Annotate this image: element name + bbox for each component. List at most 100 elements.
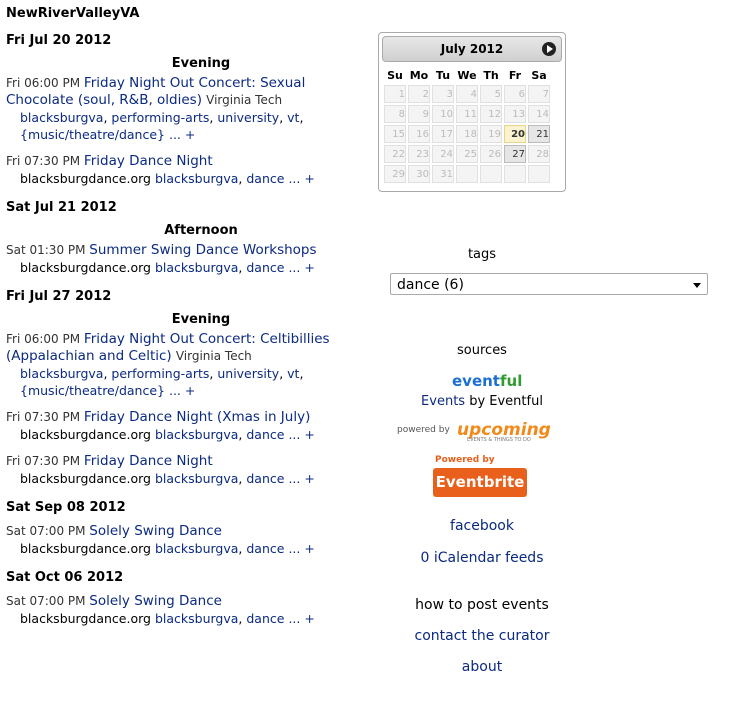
- eventbrite-badge: Eventbrite: [433, 468, 527, 497]
- calendar-day[interactable]: 24: [432, 145, 454, 163]
- event-tag-link[interactable]: blacksburgva: [155, 471, 238, 486]
- calendar-day[interactable]: 16: [408, 125, 430, 143]
- about-link[interactable]: about: [392, 659, 572, 675]
- calendar-day[interactable]: 19: [480, 125, 502, 143]
- calendar-day[interactable]: 27: [504, 145, 526, 163]
- event-tag-link[interactable]: dance: [246, 611, 284, 626]
- event-tag-link[interactable]: blacksburgva: [155, 427, 238, 442]
- calendar-day[interactable]: 26: [480, 145, 502, 163]
- eventful-logo[interactable]: eventful: [452, 372, 522, 390]
- event-tag-link[interactable]: vt: [287, 366, 299, 381]
- event-venue: Virginia Tech: [206, 93, 283, 107]
- event-item: Sat 01:30 PM Summer Swing Dance Workshop…: [6, 242, 346, 276]
- event-tag-link[interactable]: {music/theatre/dance}: [20, 127, 165, 142]
- calendar-day[interactable]: 20: [504, 125, 526, 143]
- calendar-day[interactable]: 17: [432, 125, 454, 143]
- event-title-link[interactable]: Friday Dance Night: [84, 153, 213, 169]
- calendar-day[interactable]: 18: [456, 125, 478, 143]
- more-link[interactable]: ... +: [288, 427, 314, 442]
- calendar-day[interactable]: 23: [408, 145, 430, 163]
- event-tag-link[interactable]: blacksburgva: [155, 611, 238, 626]
- calendar-day[interactable]: 2: [408, 85, 430, 103]
- calendar-day[interactable]: 8: [384, 105, 406, 123]
- time-period-heading: Evening: [171, 56, 231, 71]
- calendar-day[interactable]: 7: [528, 85, 550, 103]
- event-tag-link[interactable]: blacksburgva: [20, 110, 103, 125]
- more-link[interactable]: ... +: [288, 171, 314, 186]
- event-source: blacksburgdance.org: [20, 471, 155, 486]
- event-tag-link[interactable]: dance: [246, 171, 284, 186]
- eventful-events-link[interactable]: Events: [421, 394, 465, 409]
- calendar-day[interactable]: 29: [384, 165, 406, 183]
- event-time: Fri 07:30 PM: [6, 154, 84, 168]
- calendar-day[interactable]: 21: [528, 125, 550, 143]
- event-tag-link[interactable]: blacksburgva: [155, 260, 238, 275]
- event-tag-link[interactable]: dance: [246, 541, 284, 556]
- calendar-day[interactable]: 1: [384, 85, 406, 103]
- event-title-link[interactable]: Friday Dance Night: [84, 453, 213, 469]
- contact-curator-link[interactable]: contact the curator: [392, 628, 572, 644]
- event-tag-link[interactable]: dance: [246, 427, 284, 442]
- event-title-link[interactable]: Solely Swing Dance: [89, 523, 222, 539]
- event-tag-link[interactable]: university: [217, 366, 279, 381]
- event-tag-link[interactable]: dance: [246, 260, 284, 275]
- event-main-line: Fri 07:30 PM Friday Dance Night: [6, 453, 346, 470]
- event-time: Sat 07:00 PM: [6, 594, 90, 608]
- event-tag-link[interactable]: performing-arts: [111, 110, 209, 125]
- event-tag-link[interactable]: blacksburgva: [155, 541, 238, 556]
- calendar-day[interactable]: 3: [432, 85, 454, 103]
- event-title-link[interactable]: Solely Swing Dance: [89, 593, 222, 609]
- event-venue: Virginia Tech: [175, 349, 252, 363]
- icalendar-feeds-link[interactable]: 0 iCalendar feeds: [392, 550, 572, 566]
- calendar-day[interactable]: 11: [456, 105, 478, 123]
- calendar-day[interactable]: 12: [480, 105, 502, 123]
- event-tag-link[interactable]: blacksburgva: [155, 171, 238, 186]
- eventful-by-label: by Eventful: [465, 394, 543, 409]
- event-tag-link[interactable]: blacksburgva: [20, 366, 103, 381]
- upcoming-logo[interactable]: powered by upcoming EVENTS & THINGS TO D…: [397, 420, 562, 444]
- event-tags-line: blacksburgva, performing-arts, universit…: [20, 366, 304, 398]
- event-main-line: Fri 06:00 PM Friday Night Out Concert: S…: [6, 75, 346, 109]
- event-source: blacksburgdance.org: [20, 260, 155, 275]
- calendar-day[interactable]: 4: [456, 85, 478, 103]
- tag-select[interactable]: dance (6): [390, 273, 708, 295]
- next-month-icon[interactable]: [542, 42, 556, 56]
- tags-heading: tags: [467, 247, 497, 262]
- more-link[interactable]: ... +: [288, 260, 314, 275]
- more-link[interactable]: ... +: [288, 611, 314, 626]
- calendar-day[interactable]: 14: [528, 105, 550, 123]
- event-tag-link[interactable]: {music/theatre/dance}: [20, 383, 165, 398]
- calendar-day[interactable]: 6: [504, 85, 526, 103]
- calendar-day[interactable]: 15: [384, 125, 406, 143]
- eventful-source-link[interactable]: Events by Eventful: [392, 394, 572, 409]
- event-tag-link[interactable]: performing-arts: [111, 366, 209, 381]
- event-tag-link[interactable]: vt: [287, 110, 299, 125]
- calendar-day: [480, 165, 502, 183]
- calendar-day[interactable]: 9: [408, 105, 430, 123]
- calendar-day[interactable]: 28: [528, 145, 550, 163]
- more-link[interactable]: ... +: [169, 127, 195, 142]
- calendar-day[interactable]: 30: [408, 165, 430, 183]
- calendar-day[interactable]: 10: [432, 105, 454, 123]
- more-link[interactable]: ... +: [288, 471, 314, 486]
- calendar-day[interactable]: 25: [456, 145, 478, 163]
- event-main-line: Fri 07:30 PM Friday Dance Night (Xmas in…: [6, 409, 346, 426]
- weekday-header: Fr: [508, 68, 522, 82]
- date-heading: Fri Jul 20 2012: [6, 33, 112, 48]
- site-title: NewRiverValleyVA: [6, 6, 140, 21]
- calendar-day[interactable]: 13: [504, 105, 526, 123]
- eventbrite-logo[interactable]: Powered by Eventbrite: [433, 455, 527, 499]
- calendar-day[interactable]: 31: [432, 165, 454, 183]
- more-link[interactable]: ... +: [169, 383, 195, 398]
- event-title-link[interactable]: Summer Swing Dance Workshops: [89, 242, 316, 258]
- calendar-day[interactable]: 22: [384, 145, 406, 163]
- event-tag-link[interactable]: dance: [246, 471, 284, 486]
- facebook-link[interactable]: facebook: [392, 518, 572, 534]
- calendar-day[interactable]: 5: [480, 85, 502, 103]
- event-tags-line: blacksburgdance.org blacksburgva, dance …: [20, 427, 315, 442]
- event-title-link[interactable]: Friday Dance Night (Xmas in July): [84, 409, 310, 425]
- more-link[interactable]: ... +: [288, 541, 314, 556]
- weekday-header: Su: [387, 68, 403, 82]
- event-tag-link[interactable]: university: [217, 110, 279, 125]
- how-to-post-link[interactable]: how to post events: [392, 597, 572, 613]
